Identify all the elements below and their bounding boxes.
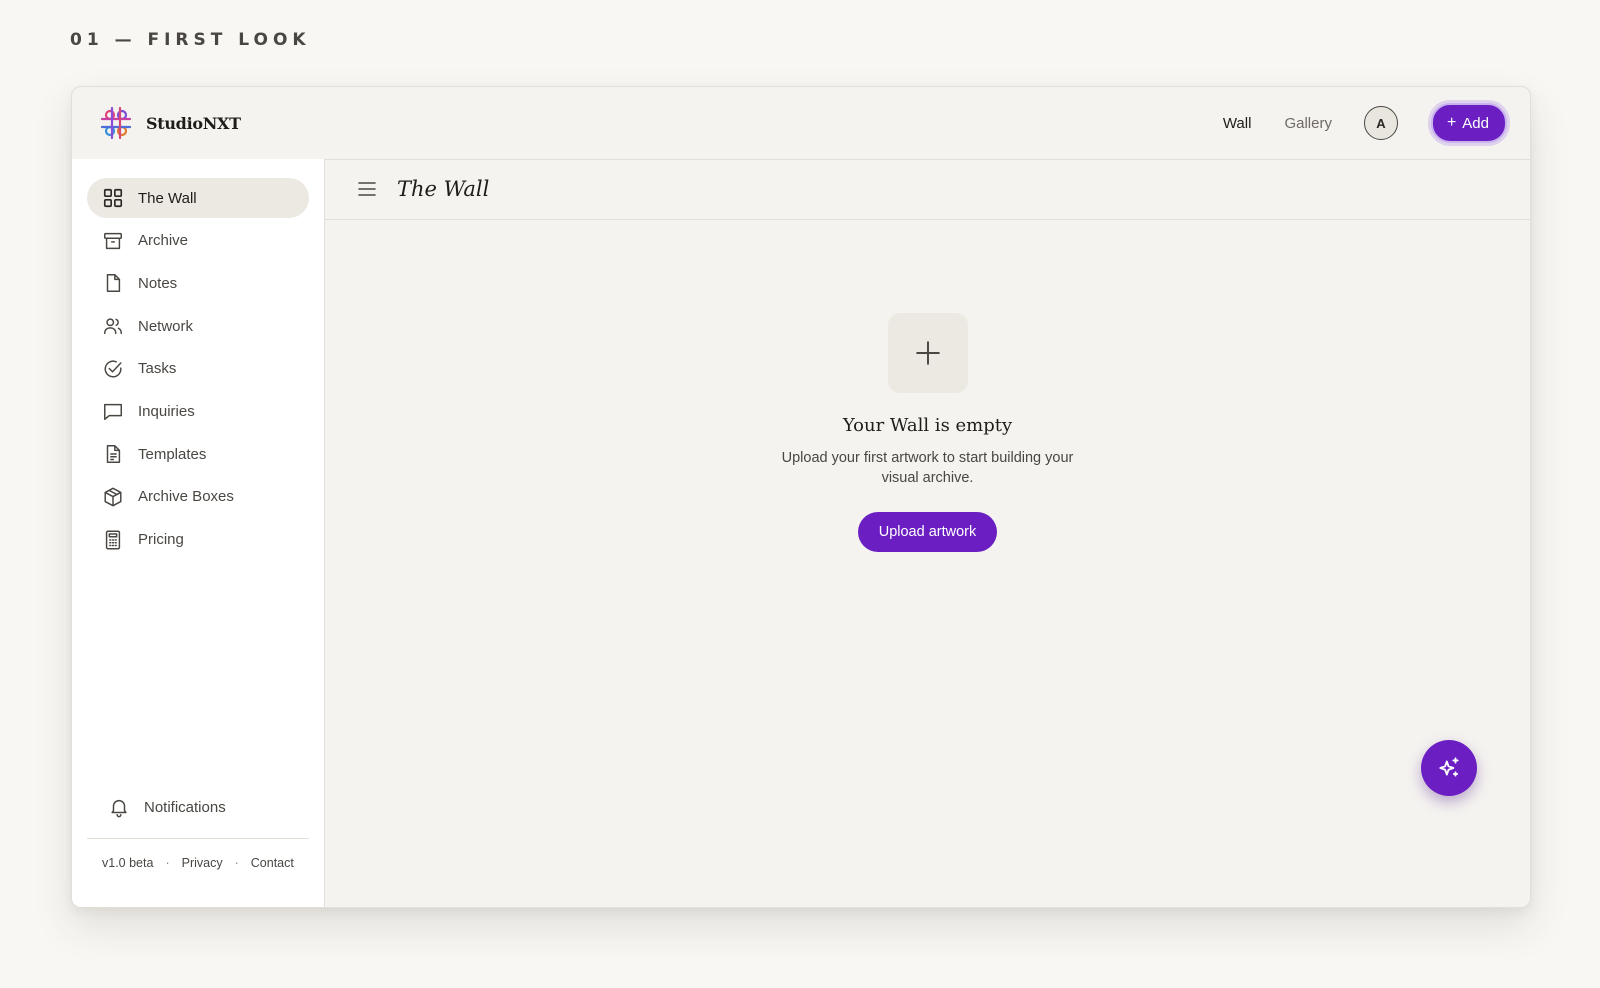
sidebar-item-notes[interactable]: Notes bbox=[87, 263, 309, 303]
app-window: StudioNXT Wall Gallery A + Add The Wall bbox=[71, 86, 1531, 908]
sidebar-item-network[interactable]: Network bbox=[87, 306, 309, 346]
users-icon bbox=[102, 315, 124, 337]
sidebar-item-archive-boxes[interactable]: Archive Boxes bbox=[87, 477, 309, 517]
sidebar-item-label: Inquiries bbox=[138, 402, 195, 420]
section-caption: 01 — FIRST LOOK bbox=[70, 30, 311, 50]
knot-logo-icon bbox=[100, 106, 132, 140]
sidebar-item-inquiries[interactable]: Inquiries bbox=[87, 391, 309, 431]
document-icon bbox=[102, 443, 124, 465]
brand[interactable]: StudioNXT bbox=[96, 103, 241, 143]
topnav-wall-link[interactable]: Wall bbox=[1223, 115, 1252, 132]
sidebar-item-templates[interactable]: Templates bbox=[87, 434, 309, 474]
avatar[interactable]: A bbox=[1363, 106, 1398, 140]
sidebar-nav: The Wall Archive Notes Network Tasks Inq… bbox=[87, 178, 309, 562]
top-bar: StudioNXT Wall Gallery A + Add bbox=[72, 87, 1530, 160]
sidebar-item-label: The Wall bbox=[138, 189, 197, 207]
topnav-gallery-link[interactable]: Gallery bbox=[1284, 115, 1332, 132]
box-icon bbox=[102, 486, 124, 508]
note-icon bbox=[102, 272, 124, 294]
page-title: The Wall bbox=[397, 177, 490, 201]
brand-name: StudioNXT bbox=[146, 113, 241, 133]
menu-icon[interactable] bbox=[357, 179, 377, 199]
contact-link[interactable]: Contact bbox=[251, 856, 294, 870]
sidebar-item-archive[interactable]: Archive bbox=[87, 221, 309, 261]
notifications-label: Notifications bbox=[144, 798, 226, 816]
sparkles-icon bbox=[1439, 757, 1459, 777]
footer-separator: · bbox=[234, 856, 239, 870]
version-label: v1.0 beta bbox=[102, 856, 154, 870]
plus-icon bbox=[915, 341, 940, 365]
archive-icon bbox=[102, 230, 124, 252]
sidebar-item-label: Tasks bbox=[138, 360, 177, 378]
calculator-icon bbox=[102, 529, 124, 551]
empty-state-title: Your Wall is empty bbox=[842, 415, 1013, 436]
sidebar-item-label: Archive bbox=[138, 232, 189, 250]
plus-icon: + bbox=[1446, 114, 1457, 131]
sidebar-divider bbox=[87, 838, 309, 839]
check-circle-icon bbox=[102, 358, 124, 380]
ai-assistant-button[interactable] bbox=[1421, 740, 1477, 796]
add-button-label: Add bbox=[1462, 114, 1489, 132]
sidebar: The Wall Archive Notes Network Tasks Inq… bbox=[72, 159, 325, 907]
notifications-button[interactable]: Notifications bbox=[108, 796, 226, 818]
main-header: The Wall bbox=[325, 159, 1530, 220]
privacy-link[interactable]: Privacy bbox=[182, 856, 223, 870]
add-button[interactable]: + Add bbox=[1430, 103, 1507, 143]
top-nav: Wall Gallery A + Add bbox=[1223, 103, 1530, 143]
sidebar-item-label: Network bbox=[138, 317, 194, 335]
sidebar-footer: v1.0 beta · Privacy · Contact bbox=[102, 856, 294, 870]
sidebar-item-label: Templates bbox=[138, 445, 207, 463]
sidebar-item-tasks[interactable]: Tasks bbox=[87, 349, 309, 389]
sidebar-item-label: Notes bbox=[138, 274, 178, 292]
sidebar-item-label: Pricing bbox=[138, 531, 184, 548]
footer-separator: · bbox=[165, 856, 170, 870]
message-icon bbox=[102, 400, 124, 422]
empty-state: Your Wall is empty Upload your first art… bbox=[325, 313, 1530, 552]
empty-state-add-tile[interactable] bbox=[887, 313, 968, 393]
main-content: The Wall Your Wall is empty Upload your … bbox=[325, 159, 1530, 907]
sidebar-item-pricing[interactable]: Pricing bbox=[87, 520, 309, 560]
upload-artwork-button[interactable]: Upload artwork bbox=[857, 512, 998, 552]
sidebar-item-label: Archive Boxes bbox=[138, 488, 234, 506]
sidebar-item-the-wall[interactable]: The Wall bbox=[87, 178, 309, 218]
empty-state-text: Upload your first artwork to start build… bbox=[781, 450, 1074, 486]
grid-icon bbox=[102, 187, 124, 209]
bell-icon bbox=[108, 796, 130, 818]
